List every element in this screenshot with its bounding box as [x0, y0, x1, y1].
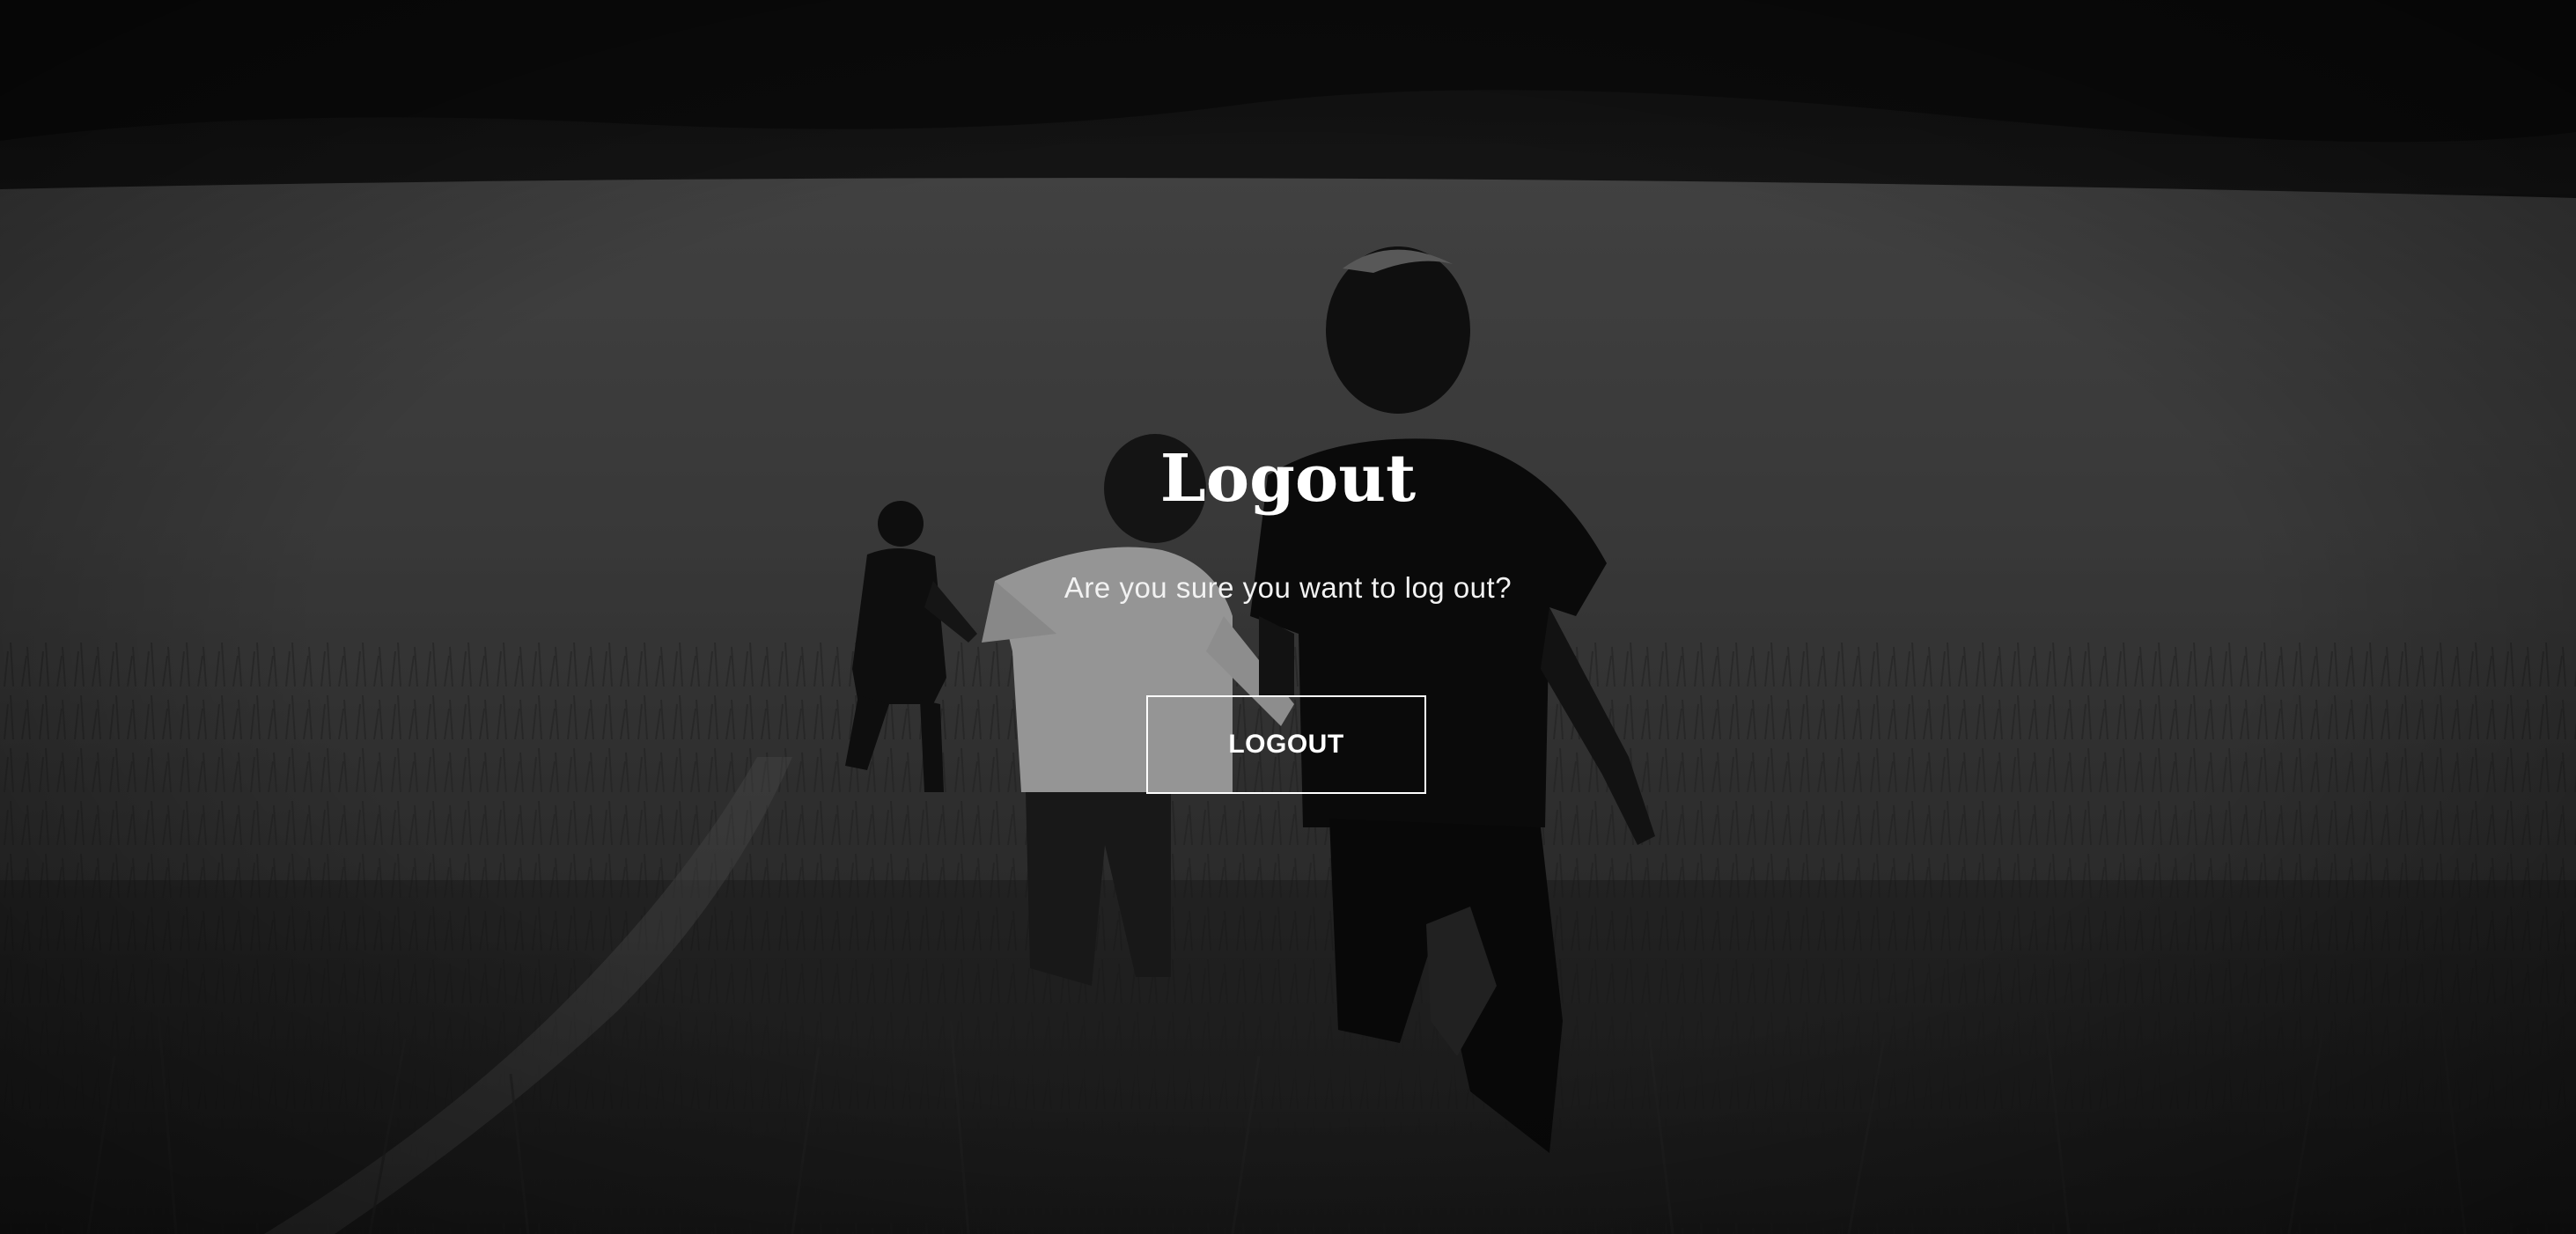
page-title: Logout — [1159, 441, 1417, 517]
logout-dialog: Logout Are you sure you want to log out?… — [0, 0, 2576, 1234]
logout-confirm-message: Are you sure you want to log out? — [1064, 571, 1512, 604]
logout-page: Logout Are you sure you want to log out?… — [0, 0, 2576, 1234]
logout-button[interactable]: LOGOUT — [1146, 695, 1426, 794]
